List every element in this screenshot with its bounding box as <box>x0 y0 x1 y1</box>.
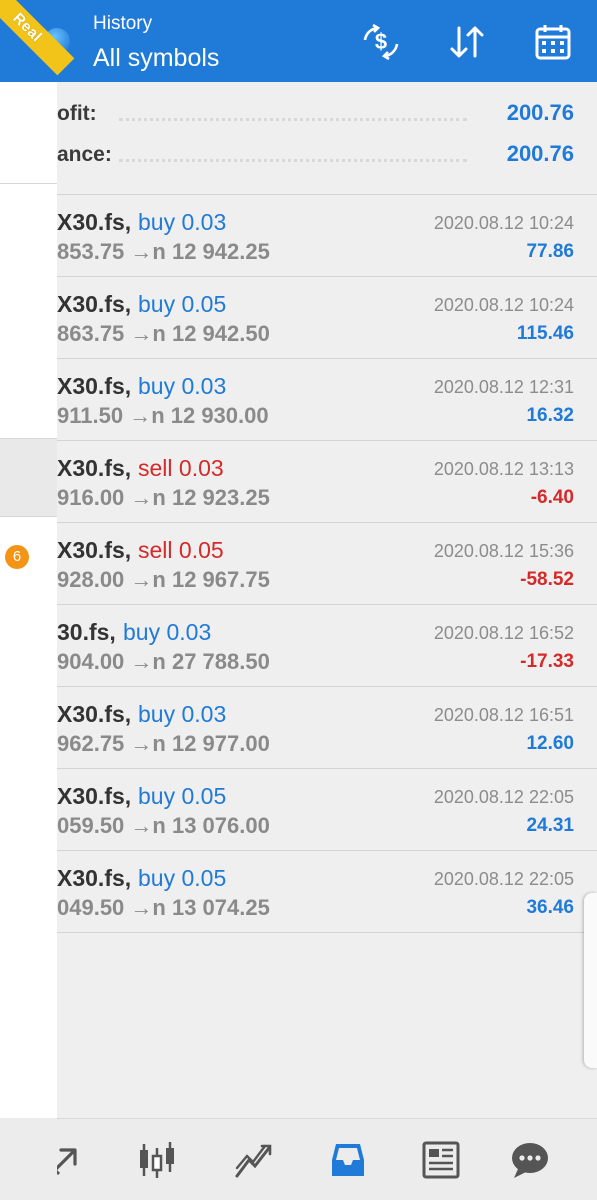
scroll-handle[interactable] <box>584 893 597 1068</box>
sort-button[interactable] <box>445 20 489 64</box>
drawer-divider <box>0 516 57 517</box>
trade-time: 2020.08.12 22:05 <box>433 787 574 807</box>
trade-profit: 12.60 <box>526 733 574 754</box>
trade-row[interactable]: X30.fs, sell 0.05 928.00 →n 12 967.75 2020.… <box>57 523 597 605</box>
trade-profit: 115.46 <box>516 323 574 344</box>
trade-time: 2020.08.12 10:24 <box>433 295 574 315</box>
history-summary: ofit: 200.76 ance: 200.76 <box>57 82 597 195</box>
notification-badge: 6 <box>5 545 29 569</box>
chat-icon <box>512 1143 548 1178</box>
trade-side-volume: buy 0.03 <box>138 373 227 399</box>
history-inbox-icon <box>332 1144 364 1176</box>
trade-side-volume: sell 0.05 <box>138 537 224 563</box>
trade-prices: 911.50 →n 12 930.00 <box>57 403 269 428</box>
balance-row: ance: 200.76 <box>57 137 597 177</box>
trade-prices: 059.50 →n 13 076.00 <box>57 813 270 838</box>
trade-row[interactable]: X30.fs, buy 0.03 962.75 →n 12 977.00 2020.0… <box>57 687 597 769</box>
trade-row[interactable]: X30.fs, buy 0.03 853.75 →n 12 942.25 2020.0… <box>57 195 597 277</box>
calendar-icon <box>535 25 571 60</box>
trade-prices: 928.00 →n 12 967.75 <box>57 567 270 592</box>
trade-side-volume: sell 0.03 <box>138 455 224 481</box>
trade-time: 2020.08.12 13:13 <box>433 459 574 479</box>
calendar-button[interactable] <box>531 20 575 64</box>
sort-icon <box>450 26 484 58</box>
trade-profit: -58.52 <box>520 569 574 590</box>
trade-row[interactable]: X30.fs, buy 0.05 863.75 →n 12 942.50 2020.0… <box>57 277 597 359</box>
trade-prices: 916.00 →n 12 923.25 <box>57 485 270 510</box>
app-root: History All symbols $ 6 Real ofit: 200.7… <box>0 0 597 1200</box>
trade-side-volume: buy 0.03 <box>138 209 227 235</box>
trade-side-volume: buy 0.05 <box>138 783 227 809</box>
nav-chat[interactable] <box>505 1135 555 1185</box>
trade-prices: 962.75 →n 12 977.00 <box>57 731 270 756</box>
drawer-divider <box>0 183 57 184</box>
deposit-exchange-button[interactable]: $ <box>359 20 403 64</box>
profit-value: 200.76 <box>506 100 574 125</box>
trade-symbol: X30.fs, <box>57 291 132 317</box>
trade-row[interactable]: X30.fs, buy 0.05 049.50 →n 13 074.25 2020.0… <box>57 851 597 933</box>
trade-symbol: X30.fs, <box>57 455 132 481</box>
trade-history-list[interactable]: X30.fs, buy 0.03 853.75 →n 12 942.25 2020.0… <box>57 195 597 933</box>
top-app-bar: History All symbols $ <box>0 0 597 82</box>
trade-time: 2020.08.12 10:24 <box>433 213 574 233</box>
trade-time: 2020.08.12 15:36 <box>433 541 574 561</box>
trade-profit: -17.33 <box>520 651 574 672</box>
trade-row[interactable]: X30.fs, buy 0.05 059.50 →n 13 076.00 2020.0… <box>57 769 597 851</box>
trade-prices: 863.75 →n 12 942.50 <box>57 321 270 346</box>
trade-symbol: X30.fs, <box>57 373 132 399</box>
trade-row[interactable]: X30.fs, buy 0.03 911.50 →n 12 930.00 2020.0… <box>57 359 597 441</box>
profit-row: ofit: 200.76 <box>57 96 597 136</box>
leader-dots <box>119 159 467 162</box>
candlestick-chart-icon <box>140 1142 174 1178</box>
news-icon <box>422 1141 460 1179</box>
trade-time: 2020.08.12 12:31 <box>433 377 574 397</box>
trade-symbol: X30.fs, <box>57 865 132 891</box>
balance-label: ance: <box>57 143 112 166</box>
trade-side-volume: buy 0.05 <box>138 865 227 891</box>
page-title: History <box>93 13 153 34</box>
nav-history[interactable] <box>323 1135 373 1185</box>
nav-analytics[interactable] <box>228 1135 278 1185</box>
trade-symbol: 30.fs, <box>57 619 116 645</box>
trade-profit: 36.46 <box>526 897 574 918</box>
bottom-navigation <box>0 1118 597 1200</box>
trade-symbol: X30.fs, <box>57 701 132 727</box>
navigation-drawer[interactable]: 6 <box>0 0 57 1200</box>
trade-profit: 16.32 <box>526 405 574 426</box>
leader-dots <box>119 118 467 121</box>
drawer-footer <box>0 1118 57 1200</box>
nav-news[interactable] <box>416 1135 466 1185</box>
trade-profit: 24.31 <box>526 815 574 836</box>
symbol-filter[interactable]: All symbols <box>93 44 219 73</box>
trade-row[interactable]: X30.fs, sell 0.03 916.00 →n 12 923.25 2020.… <box>57 441 597 523</box>
trade-time: 2020.08.12 16:52 <box>433 623 574 643</box>
trade-time: 2020.08.12 22:05 <box>433 869 574 889</box>
trade-time: 2020.08.12 16:51 <box>433 705 574 725</box>
trade-symbol: X30.fs, <box>57 537 132 563</box>
trade-side-volume: buy 0.03 <box>123 619 212 645</box>
trade-symbol: X30.fs, <box>57 209 132 235</box>
svg-text:$: $ <box>375 29 387 54</box>
trade-side-volume: buy 0.03 <box>138 701 227 727</box>
trade-row[interactable]: 30.fs, buy 0.03 904.00 →n 27 788.50 2020.08… <box>57 605 597 687</box>
trade-profit: 77.86 <box>526 241 574 262</box>
trade-prices: 904.00 →n 27 788.50 <box>57 649 270 674</box>
drawer-selected-item[interactable] <box>0 438 57 516</box>
trade-prices: 049.50 →n 13 074.25 <box>57 895 270 920</box>
trade-side-volume: buy 0.05 <box>138 291 227 317</box>
trade-prices: 853.75 →n 12 942.25 <box>57 239 270 264</box>
drawer-divider <box>0 438 57 439</box>
deposit-exchange-icon: $ <box>363 23 399 61</box>
nav-charts[interactable] <box>132 1135 182 1185</box>
trade-profit: -6.40 <box>530 487 574 508</box>
trade-symbol: X30.fs, <box>57 783 132 809</box>
trend-lines-icon <box>235 1144 272 1178</box>
profit-label: ofit: <box>57 102 97 125</box>
balance-value: 200.76 <box>506 141 574 166</box>
